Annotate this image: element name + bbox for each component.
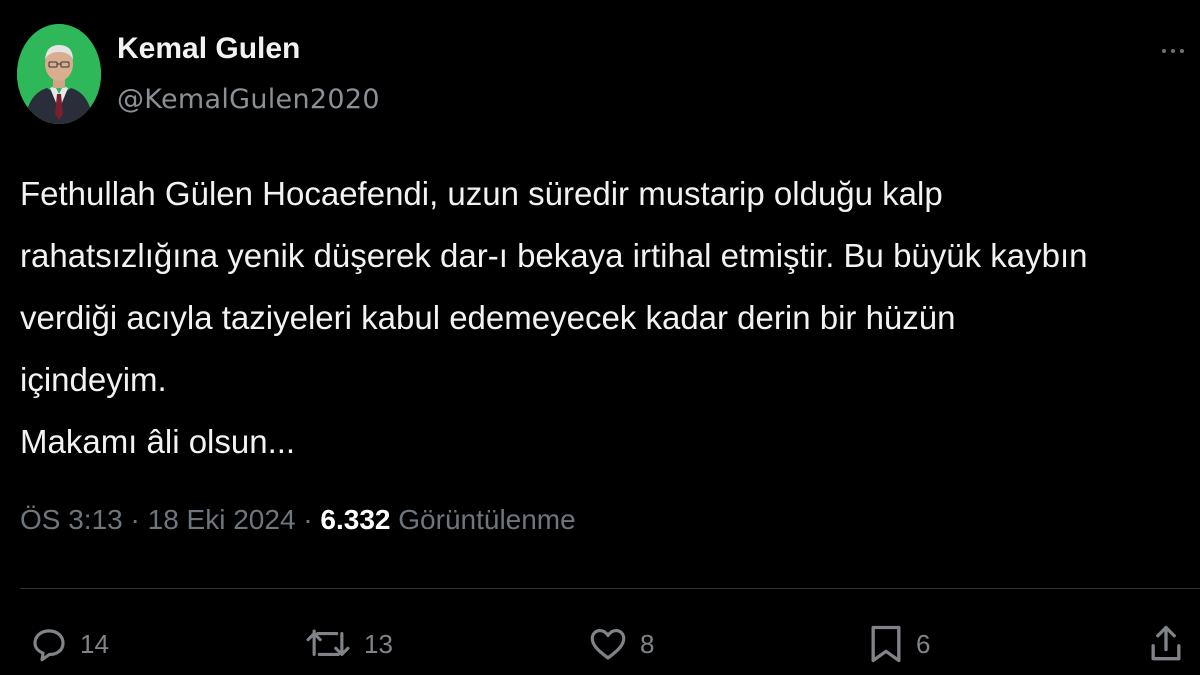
avatar[interactable]	[17, 24, 101, 124]
retweet-count: 13	[364, 628, 393, 659]
share-button[interactable]	[1146, 622, 1186, 666]
author-handle[interactable]: @KemalGulen2020	[117, 84, 380, 115]
like-button[interactable]: 8	[586, 622, 654, 666]
views-label: Görüntülenme	[398, 504, 576, 535]
bookmark-count: 6	[916, 628, 931, 659]
share-icon	[1146, 622, 1186, 666]
bookmark-icon	[866, 622, 906, 666]
bookmark-button[interactable]: 6	[866, 622, 930, 666]
author-name[interactable]: Kemal Gulen	[117, 32, 300, 66]
tweet-line: içindeyim.	[20, 361, 167, 398]
tweet-line: rahatsızlığına yenik düşerek dar-ı bekay…	[20, 237, 1088, 274]
meta-separator: ·	[303, 504, 313, 535]
heart-icon	[586, 623, 630, 665]
tweet-line: Fethullah Gülen Hocaefendi, uzun süredir…	[20, 175, 943, 212]
tweet-text: Fethullah Gülen Hocaefendi, uzun süredir…	[20, 163, 1200, 473]
meta-separator: ·	[130, 504, 140, 535]
tweet-time[interactable]: ÖS 3:13	[20, 504, 123, 535]
reply-button[interactable]: 14	[28, 622, 109, 666]
tweet-meta: ÖS 3:13 · 18 Eki 2024 · 6.332 Görüntülen…	[20, 504, 576, 536]
views-count: 6.332	[320, 504, 391, 535]
reply-count: 14	[80, 628, 109, 659]
retweet-button[interactable]: 13	[302, 622, 393, 666]
like-count: 8	[640, 628, 655, 659]
divider	[20, 588, 1200, 589]
tweet-line: verdiği acıyla taziyeleri kabul edemeyec…	[20, 299, 956, 336]
tweet-line: Makamı âli olsun...	[20, 423, 296, 460]
tweet-date[interactable]: 18 Eki 2024	[148, 504, 296, 535]
reply-icon	[28, 623, 70, 665]
more-horizontal-icon[interactable]	[1162, 40, 1200, 62]
retweet-icon	[302, 623, 354, 665]
